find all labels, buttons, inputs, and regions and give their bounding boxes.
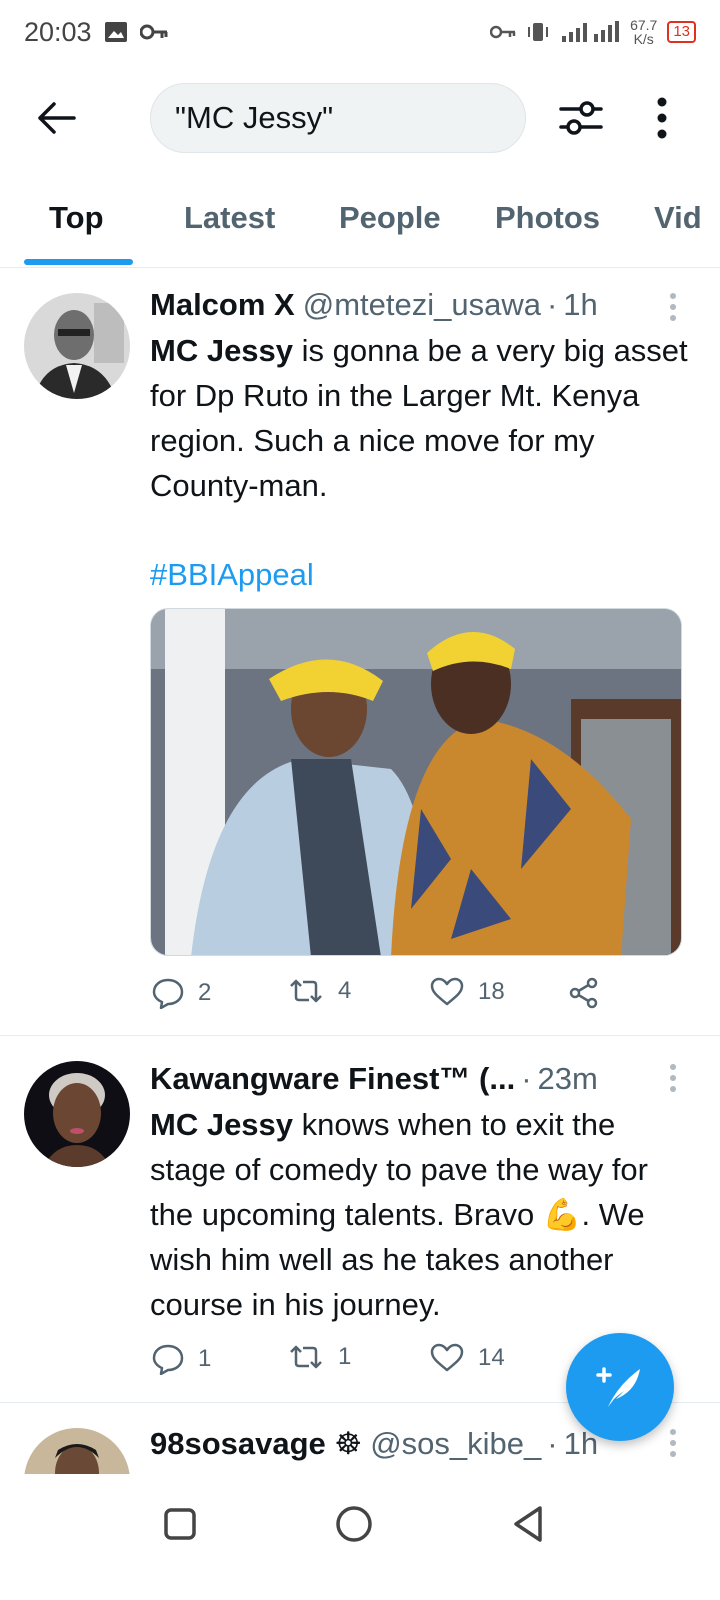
reply-button[interactable]: 2 [152,977,211,1009]
tab-videos[interactable]: Vid [654,200,702,236]
tweet-time: 23m [537,1061,598,1096]
heart-icon [430,977,464,1006]
separator-dot: · [547,1426,558,1461]
retweet-count: 4 [338,977,352,1004]
like-button[interactable]: 14 [430,1343,505,1373]
like-count: 18 [478,978,505,1005]
tweet-actions: 2 4 18 [150,977,630,1017]
tweet-text: MC Jessy is gonna be a very big asset fo… [150,333,688,503]
tweet[interactable]: Malcom X @mtetezi_usawa · 1h MC Jessy is… [0,269,720,1036]
tweet-menu-icon[interactable] [668,1428,678,1458]
highlight-term: MC Jessy [150,1107,294,1142]
tweet-actions: 1 1 14 [150,1343,630,1383]
gallery-icon [104,22,127,42]
more-options-icon[interactable] [647,96,677,140]
hashtag-link[interactable]: #BBIAppeal [150,557,314,593]
status-time: 20:03 [24,16,92,47]
author-handle[interactable]: @mtetezi_usawa [303,287,541,323]
active-tab-indicator [24,259,133,265]
avatar[interactable] [24,1428,130,1474]
signal-strength-icon [562,21,620,42]
tab-people[interactable]: People [339,200,441,236]
filter-settings-icon[interactable] [557,94,605,142]
tweet-time: 1h [563,287,598,322]
separator-dot: · [521,1061,532,1096]
share-icon [569,977,598,1009]
tweet-photo [151,609,681,955]
compose-tweet-button[interactable] [566,1333,674,1441]
vibrate-icon [528,23,549,41]
share-button[interactable] [568,977,600,1009]
reply-count: 2 [198,979,212,1006]
vpn-key-icon [490,25,516,39]
reply-icon [152,1344,184,1375]
key-icon [139,24,168,40]
search-input[interactable]: "MC Jessy" [150,83,526,153]
recent-apps-icon[interactable] [158,1502,202,1546]
system-navigation-bar [0,1474,720,1600]
author-name[interactable]: 98sosavage ☸ [150,1426,362,1462]
tab-photos[interactable]: Photos [495,200,600,236]
tweet-menu-icon[interactable] [668,1063,678,1093]
like-button[interactable]: 18 [430,977,505,1007]
back-arrow-icon[interactable] [34,96,78,140]
retweet-icon [290,979,322,1003]
retweet-icon [290,1345,322,1369]
highlight-term: MC Jessy [150,333,294,368]
network-speed: 67.7 K/s [630,17,658,47]
search-query: "MC Jessy" [175,100,334,135]
compose-feather-icon [596,1367,640,1407]
avatar[interactable] [24,293,130,399]
search-header: "MC Jessy" [0,64,720,174]
avatar-photo [24,1061,130,1167]
status-bar: 20:03 67.7 K/s 13 [0,0,720,64]
author-name[interactable]: Kawangware Finest™ (... [150,1061,515,1097]
search-tabs: Top Latest People Photos Vid [0,180,720,268]
reply-button[interactable]: 1 [152,1343,211,1375]
author-handle[interactable]: @sos_kibe_ [370,1426,541,1462]
retweet-button[interactable]: 1 [288,1343,351,1371]
retweet-button[interactable]: 4 [288,977,351,1005]
tab-top[interactable]: Top [49,200,104,236]
back-triangle-icon[interactable] [506,1502,550,1546]
battery-indicator: 13 [667,21,696,43]
like-count: 14 [478,1344,505,1371]
retweet-count: 1 [338,1343,352,1370]
reply-icon [152,978,184,1009]
heart-icon [430,1343,464,1372]
tweet-image[interactable] [150,608,682,956]
avatar-photo [24,1428,130,1474]
tab-latest[interactable]: Latest [184,200,275,236]
tweet-menu-icon[interactable] [668,292,678,322]
avatar-photo [24,293,130,399]
author-name[interactable]: Malcom X [150,287,295,323]
home-icon[interactable] [332,1502,376,1546]
avatar[interactable] [24,1061,130,1167]
reply-count: 1 [198,1345,212,1372]
separator-dot: · [546,287,558,322]
tweet-text: MC Jessy knows when to exit the stage of… [150,1107,648,1322]
